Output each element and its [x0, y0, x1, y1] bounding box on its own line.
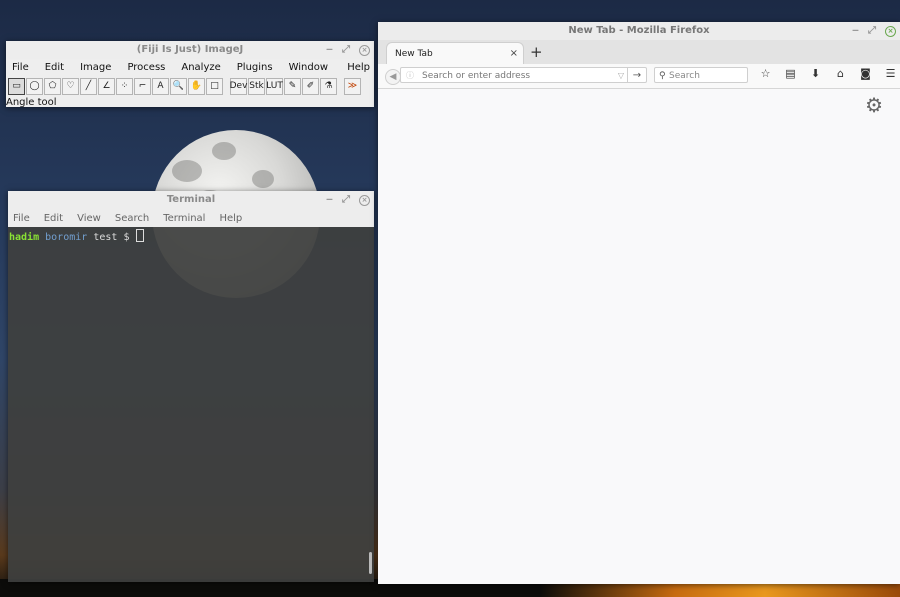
menu-process[interactable]: Process [127, 62, 165, 73]
firefox-window: New Tab - Mozilla Firefox ‒ ⤢ × New Tab … [378, 22, 900, 584]
menu-help[interactable]: Help [347, 62, 370, 73]
menu-terminal[interactable]: Terminal [163, 213, 205, 224]
color-picker-tool-icon[interactable]: □ [206, 77, 223, 95]
url-bar[interactable]: ⓘ Search or enter address ▽ → [400, 67, 647, 83]
pocket-icon[interactable]: ◙ [858, 67, 873, 80]
tab-close-icon[interactable]: × [510, 43, 518, 65]
go-arrow-icon[interactable]: → [627, 68, 646, 82]
imagej-menubar: File Edit Image Process Analyze Plugins … [6, 59, 374, 75]
more-tools-icon[interactable]: ≫ [344, 77, 361, 95]
maximize-button[interactable]: ⤢ [342, 191, 350, 209]
bookmarks-library-icon[interactable]: ▤ [783, 67, 798, 80]
history-dropdown-icon[interactable]: ▽ [618, 68, 624, 84]
menu-help[interactable]: Help [219, 213, 242, 224]
imagej-status-text: Angle tool [6, 97, 57, 108]
terminal-window: Terminal ‒ ⤢ × File Edit View Search Ter… [8, 191, 374, 582]
prompt-dir: test [93, 232, 118, 243]
menu-plugins[interactable]: Plugins [237, 62, 273, 73]
menu-edit[interactable]: Edit [44, 213, 63, 224]
minimize-button[interactable]: ‒ [326, 41, 333, 59]
flood-fill-tool-icon[interactable]: ⚗ [320, 77, 337, 95]
tab-new-tab[interactable]: New Tab × [386, 42, 524, 64]
minimize-button[interactable]: ‒ [326, 191, 333, 209]
tab-strip: New Tab × + [378, 40, 900, 64]
lut-tool-icon[interactable]: LUT [266, 77, 283, 95]
navigation-toolbar: ◀ ⓘ Search or enter address ▽ → ⚲ Search… [378, 64, 900, 89]
tab-label: New Tab [395, 49, 433, 59]
angle-tool-icon[interactable]: ∠ [98, 77, 115, 95]
maximize-button[interactable]: ⤢ [342, 41, 350, 59]
search-icon: ⚲ [659, 71, 666, 81]
polygon-tool-icon[interactable]: ⬠ [44, 77, 61, 95]
text-tool-icon[interactable]: A [152, 77, 169, 95]
menu-file[interactable]: File [12, 62, 29, 73]
imagej-title: (Fiji Is Just) ImageJ [136, 44, 244, 55]
url-input[interactable]: Search or enter address [422, 68, 530, 84]
freehand-tool-icon[interactable]: ♡ [62, 77, 79, 95]
line-tool-icon[interactable]: ╱ [80, 77, 97, 95]
menu-view[interactable]: View [77, 213, 101, 224]
search-bar[interactable]: ⚲ Search [654, 67, 748, 83]
search-input[interactable]: Search [669, 68, 700, 84]
minimize-button[interactable]: ‒ [852, 22, 859, 40]
new-tab-button[interactable]: + [530, 42, 543, 62]
magnifier-tool-icon[interactable]: 🔍 [170, 77, 187, 95]
terminal-scrollbar[interactable] [369, 552, 372, 574]
menu-analyze[interactable]: Analyze [181, 62, 220, 73]
firefox-titlebar[interactable]: New Tab - Mozilla Firefox ‒ ⤢ × [378, 22, 900, 40]
close-button[interactable]: × [359, 194, 370, 206]
imagej-titlebar[interactable]: (Fiji Is Just) ImageJ ‒ ⤢ × [6, 41, 374, 59]
rectangle-tool-icon[interactable]: ▭ [8, 77, 25, 95]
close-button[interactable]: × [885, 25, 896, 37]
menu-edit[interactable]: Edit [45, 62, 64, 73]
point-tool-icon[interactable]: ⁘ [116, 77, 133, 95]
prompt-host: boromir [45, 232, 88, 243]
terminal-title: Terminal [166, 194, 216, 205]
imagej-window: (Fiji Is Just) ImageJ ‒ ⤢ × File Edit Im… [6, 41, 374, 108]
terminal-cursor [135, 229, 144, 242]
dev-tool-icon[interactable]: Dev [230, 77, 247, 95]
terminal-menubar: File Edit View Search Terminal Help [8, 209, 374, 227]
menu-file[interactable]: File [13, 213, 30, 224]
close-button[interactable]: × [359, 44, 370, 56]
prompt-user: hadim [9, 232, 40, 243]
brush-tool-icon[interactable]: ✐ [302, 77, 319, 95]
hamburger-menu-icon[interactable]: ☰ [883, 67, 898, 80]
bookmark-star-icon[interactable]: ☆ [758, 67, 773, 80]
menu-window[interactable]: Window [289, 62, 328, 73]
info-icon[interactable]: ⓘ [406, 68, 414, 84]
stk-tool-icon[interactable]: Stk [248, 77, 265, 95]
hand-tool-icon[interactable]: ✋ [188, 77, 205, 95]
gear-icon[interactable]: ⚙ [865, 93, 883, 117]
pencil-tool-icon[interactable]: ✎ [284, 77, 301, 95]
terminal-output[interactable]: hadim boromir test $ [8, 227, 374, 578]
home-icon[interactable]: ⌂ [833, 67, 848, 80]
menu-image[interactable]: Image [80, 62, 111, 73]
prompt-symbol: $ [123, 232, 130, 243]
maximize-button[interactable]: ⤢ [868, 22, 876, 40]
menu-search[interactable]: Search [115, 213, 149, 224]
firefox-title: New Tab - Mozilla Firefox [568, 25, 710, 36]
back-arrow-icon[interactable]: ◀ [385, 69, 401, 85]
downloads-icon[interactable]: ⬇ [808, 67, 823, 80]
wand-tool-icon[interactable]: ⌐ [134, 77, 151, 95]
terminal-titlebar[interactable]: Terminal ‒ ⤢ × [8, 191, 374, 209]
oval-tool-icon[interactable]: ◯ [26, 77, 43, 95]
imagej-toolbar: ▭ ◯ ⬠ ♡ ╱ ∠ ⁘ ⌐ A 🔍 ✋ □ Dev Stk LUT ✎ ✐ … [6, 75, 374, 97]
